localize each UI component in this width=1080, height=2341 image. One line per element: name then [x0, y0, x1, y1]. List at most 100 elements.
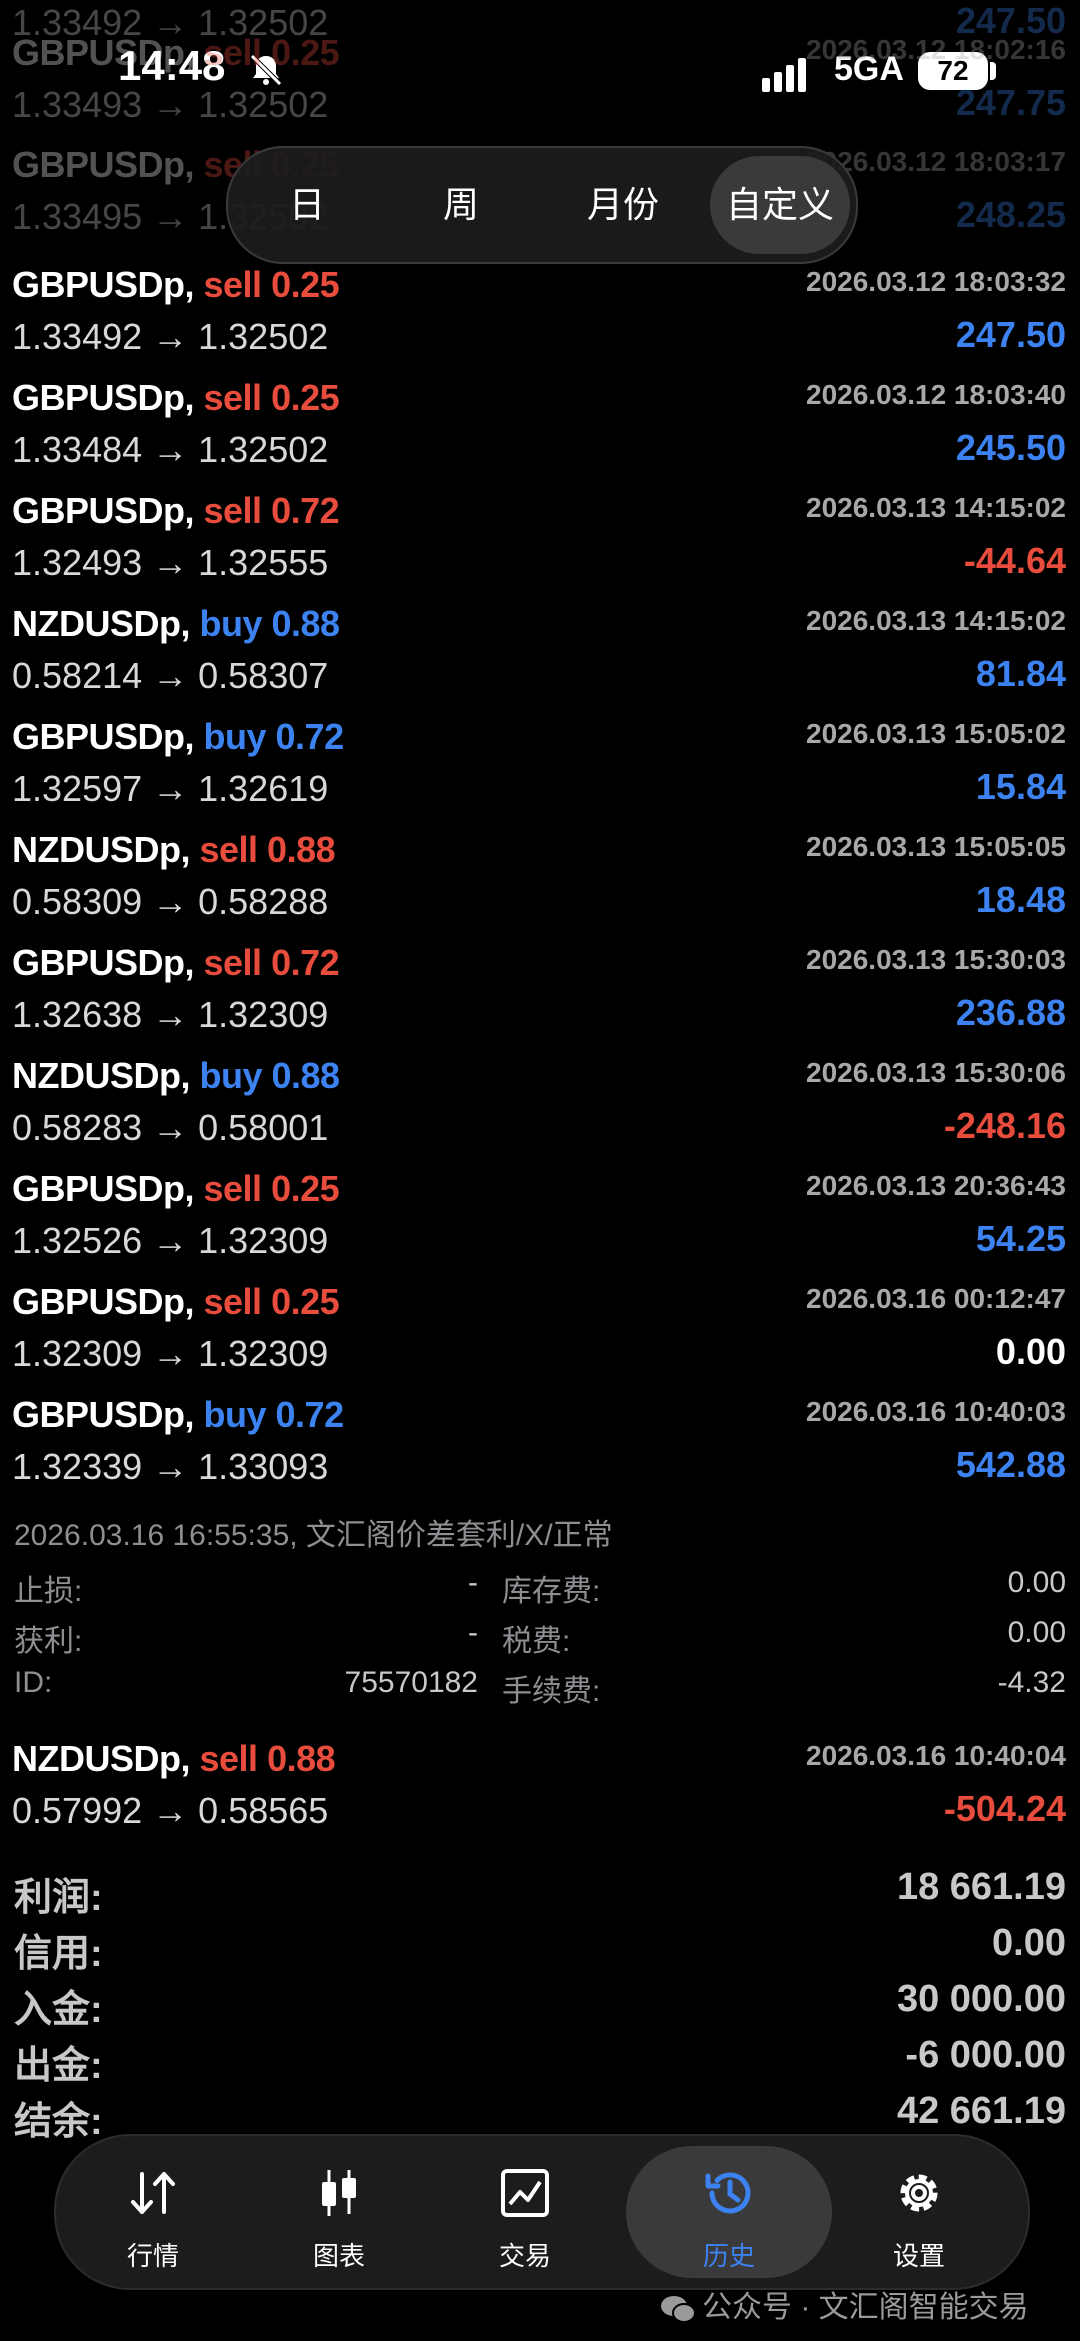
- trade-symbol: GBPUSDp, sell 0.25: [12, 377, 340, 418]
- trade-time: 2026.03.13 15:30:06: [806, 1057, 1066, 1088]
- tab-week[interactable]: 周: [396, 148, 526, 262]
- trade-symbol: GBPUSDp, buy 0.72: [12, 716, 345, 757]
- trade-profit: 54.25: [975, 1218, 1066, 1259]
- trade-row[interactable]: GBPUSDp, sell 0.25 1.32309 → 1.32309 2026.…: [0, 1263, 1080, 1376]
- trade-symbol: GBPUSDp, sell 0.25: [12, 1281, 340, 1322]
- trade-time: 2026.03.13 14:15:02: [806, 492, 1066, 523]
- tab-month[interactable]: 月份: [548, 148, 698, 262]
- trade-time: 2026.03.13 14:15:02: [806, 605, 1066, 636]
- trade-profit: 18.48: [975, 879, 1066, 920]
- bottom-nav: 行情 图表 交易 历史 设置: [54, 2134, 1030, 2290]
- trade-row[interactable]: GBPUSDp, sell 0.72 1.32493 → 1.32555 2026.…: [0, 472, 1080, 585]
- summary-profit-label: 利润:: [14, 1877, 103, 1919]
- trade-prices: 1.32309 → 1.32309: [12, 1333, 329, 1374]
- trade-profit: 15.84: [975, 766, 1066, 807]
- trade-prices: 1.32526 → 1.32309: [12, 1220, 329, 1261]
- trade-prices: 1.32638 → 1.32309: [12, 994, 329, 1035]
- trade-side: sell 0.25: [203, 377, 340, 418]
- trade-side: buy 0.88: [199, 603, 341, 644]
- trade-prices: 1.32597 → 1.32619: [12, 768, 329, 809]
- trade-symbol: GBPUSDp, buy 0.72: [12, 1394, 345, 1435]
- trade-time: 2026.03.13 15:05:05: [806, 831, 1066, 862]
- trade-prices: 1.32339 → 1.33093: [12, 1446, 329, 1487]
- summary-deposit-value: 30 000.00: [896, 1978, 1066, 2020]
- trade-prices: 0.57992 → 0.58565: [12, 1790, 329, 1831]
- sl-label: 止损:: [14, 1575, 83, 1608]
- trade-profit: 247.50: [955, 314, 1066, 355]
- trade-symbol: GBPUSDp, sell 0.25: [12, 264, 340, 305]
- trade-time: 2026.03.13 20:36:43: [806, 1170, 1066, 1201]
- tab-custom[interactable]: 自定义: [710, 148, 850, 262]
- candlestick-icon: [322, 2170, 356, 2216]
- nav-settings-label: 设置: [892, 2241, 945, 2271]
- nav-quotes[interactable]: 行情: [56, 2136, 250, 2288]
- trade-symbol: GBPUSDp, sell 0.72: [12, 942, 340, 983]
- trade-prices: 1.32493 → 1.32555: [12, 542, 329, 583]
- id-label: ID:: [14, 1666, 53, 1699]
- trade-lot: 0.88: [267, 1738, 336, 1779]
- trade-time: 2026.03.16 00:12:47: [806, 1283, 1066, 1314]
- trade-time: 2026.03.16 10:40:03: [806, 1396, 1066, 1427]
- trade-side: sell: [199, 1738, 259, 1779]
- tp-value: -: [468, 1616, 478, 1649]
- trade-row[interactable]: GBPUSDp, sell 0.25 1.33493 → 1.32502 2026.…: [0, 14, 1080, 127]
- trade-row[interactable]: GBPUSDp, sell 0.25 1.32526 → 1.32309 2026.…: [0, 1150, 1080, 1263]
- wechat-icon: [661, 2296, 696, 2324]
- gear-icon: [900, 2174, 938, 2212]
- trade-row[interactable]: GBPUSDp, buy 0.72 1.32597 → 1.32619 2026.0…: [0, 698, 1080, 811]
- summary-credit-value: 0.00: [992, 1922, 1066, 1964]
- trade-chart-icon: [501, 2169, 549, 2217]
- summary-withdrawal-label: 出金:: [14, 2045, 103, 2087]
- sl-value: -: [468, 1566, 478, 1599]
- id-value: 75570182: [344, 1666, 478, 1699]
- fee-value: -4.32: [997, 1666, 1066, 1699]
- trade-symbol: NZDUSDp, sell 0.88: [12, 829, 336, 870]
- summary-deposit-label: 入金:: [14, 1989, 103, 2031]
- trade-prices: 1.33492 → 1.32502: [12, 316, 329, 357]
- trade-detail-title: 2026.03.16 16:55:35, 文汇阁价差套利/X/正常: [14, 1519, 613, 1552]
- trade-side: buy 0.72: [203, 1394, 345, 1435]
- nav-trade-label: 交易: [498, 2241, 551, 2271]
- trade-row[interactable]: NZDUSDp, sell 0.88 0.57992 → 0.58565 202…: [0, 1720, 1080, 1833]
- summary-balance-value: 42 661.19: [896, 2090, 1066, 2132]
- trade-profit: 236.88: [955, 992, 1066, 1033]
- nav-charts[interactable]: 图表: [242, 2136, 436, 2288]
- trade-side: sell 0.88: [199, 829, 336, 870]
- trade-row[interactable]: NZDUSDp, sell 0.88 0.58309 → 0.58288 2026.…: [0, 811, 1080, 924]
- trade-time: 2026.03.13 15:30:03: [806, 944, 1066, 975]
- swap-label: 库存费:: [502, 1575, 601, 1608]
- nav-history-label: 历史: [702, 2241, 755, 2271]
- trade-side: sell 0.25: [203, 32, 340, 73]
- trade-symbol: NZDUSDp, sell 0.88: [12, 1738, 336, 1779]
- trade-profit: 247.75: [955, 82, 1066, 123]
- nav-charts-label: 图表: [312, 2241, 365, 2271]
- trade-prices: 1.33484 → 1.32502: [12, 429, 329, 470]
- trade-prices: 0.58214 → 0.58307: [12, 655, 329, 696]
- period-selector: 日 周 月份 自定义: [226, 146, 858, 264]
- trade-symbol: NZDUSDp, buy 0.88: [12, 1055, 341, 1096]
- trade-time: 2026.03.12 18:03:32: [806, 266, 1066, 297]
- trade-row[interactable]: NZDUSDp, buy 0.88 0.58214 → 0.58307 2026.0…: [0, 585, 1080, 698]
- tab-day[interactable]: 日: [242, 148, 372, 262]
- trade-row[interactable]: GBPUSDp, sell 0.72 1.32638 → 1.32309 2026.…: [0, 924, 1080, 1037]
- tp-label: 获利:: [14, 1625, 83, 1658]
- trade-profit: 248.25: [955, 194, 1066, 235]
- trade-profit: -504.24: [943, 1788, 1066, 1829]
- trade-side: sell 0.25: [203, 1168, 340, 1209]
- trade-side: buy 0.88: [199, 1055, 341, 1096]
- nav-settings[interactable]: 设置: [822, 2136, 1016, 2288]
- trade-row[interactable]: GBPUSDp, sell 0.25 1.33484 → 1.32502 2026.…: [0, 359, 1080, 472]
- nav-history[interactable]: 历史: [632, 2136, 826, 2288]
- fee-label: 手续费:: [502, 1675, 601, 1708]
- trade-symbol: GBPUSDp, sell 0.25: [12, 32, 340, 73]
- trade-profit: -248.16: [943, 1105, 1066, 1146]
- summary-profit-value: 18 661.19: [896, 1866, 1066, 1908]
- trade-row[interactable]: NZDUSDp, buy 0.88 0.58283 → 0.58001 2026.0…: [0, 1037, 1080, 1150]
- trade-prices: 1.33493 → 1.32502: [12, 84, 329, 125]
- nav-trade[interactable]: 交易: [428, 2136, 622, 2288]
- trade-time: 2026.03.13 15:05:02: [806, 718, 1066, 749]
- trade-time: 2026.03.12 18:02:16: [806, 34, 1066, 65]
- trade-row[interactable]: GBPUSDp, buy 0.72 1.32339 → 1.33093 2026.0…: [0, 1376, 1080, 1489]
- trade-profit: 81.84: [975, 653, 1066, 694]
- trade-side: buy 0.72: [203, 716, 345, 757]
